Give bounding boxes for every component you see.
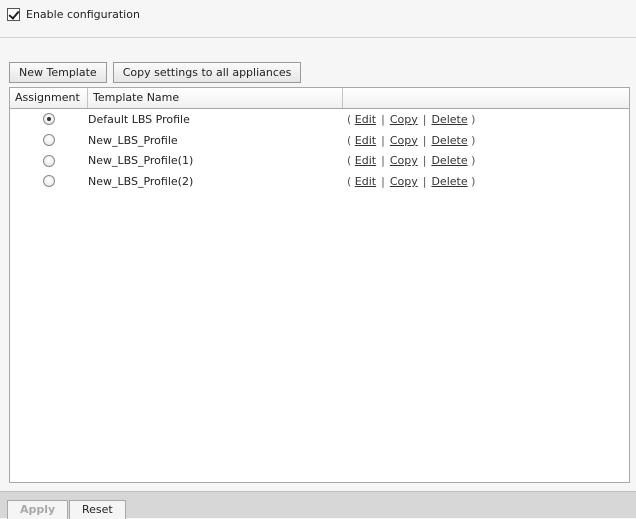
table-row: New_LBS_Profile(1) ( Edit | Copy | Delete ) [10,150,629,171]
separator: | [422,154,427,168]
separator: | [381,174,385,188]
footer-bar: Apply Reset [0,491,636,519]
configuration-bar: Enable configuration [0,0,636,38]
assignment-radio[interactable] [43,113,55,126]
actions-cell: ( Edit | Copy | Delete ) [343,175,629,188]
assignment-cell [10,175,88,188]
edit-link[interactable]: Edit [355,134,376,147]
copy-link[interactable]: Copy [390,175,418,188]
table-row: New_LBS_Profile(2) ( Edit | Copy | Delete ) [10,171,629,192]
assignment-radio[interactable] [43,175,55,188]
close-paren: ) [471,112,476,126]
column-header-template-name[interactable]: Template Name [88,88,343,108]
table-row: Default LBS Profile ( Edit | Copy | Delete ) [10,109,629,130]
edit-link[interactable]: Edit [355,113,376,126]
enable-configuration-row[interactable]: Enable configuration [7,8,140,21]
assignment-cell [10,154,88,167]
open-paren: ( [347,112,352,126]
actions-cell: ( Edit | Copy | Delete ) [343,113,629,126]
assignment-cell [10,113,88,126]
separator: | [381,133,385,147]
separator: | [422,174,427,188]
open-paren: ( [347,133,352,147]
edit-link[interactable]: Edit [355,175,376,188]
assignment-cell [10,134,88,147]
template-name-cell: New_LBS_Profile(2) [88,174,194,188]
actions-cell: ( Edit | Copy | Delete ) [343,134,629,147]
delete-link[interactable]: Delete [431,134,467,147]
separator: | [381,112,385,126]
table-header: Assignment Template Name [10,88,629,109]
copy-settings-button[interactable]: Copy settings to all appliances [112,62,302,83]
templates-table: Assignment Template Name Default LBS Pro… [9,87,630,483]
assignment-radio[interactable] [43,154,55,167]
table-body: Default LBS Profile( Edit | Copy | Delete ) N… [10,109,629,192]
table-row: New_LBS_Profile ( Edit | Copy | Delete ) [10,130,629,151]
assignment-radio[interactable] [43,134,55,147]
column-header-assignment[interactable]: Assignment [10,88,88,108]
column-header-actions [343,88,629,108]
delete-link[interactable]: Delete [431,113,467,126]
close-paren: ) [471,154,476,168]
enable-configuration-label: Enable configuration [26,8,140,21]
template-toolbar: New Template Copy settings to all applia… [9,62,302,83]
enable-configuration-checkbox[interactable] [7,8,20,21]
template-name-cell: Default LBS Profile [88,112,190,126]
open-paren: ( [347,154,352,168]
separator: | [381,154,385,168]
reset-button[interactable]: Reset [69,500,126,519]
separator: | [422,133,427,147]
template-name-cell: New_LBS_Profile [88,133,178,147]
copy-link[interactable]: Copy [390,113,418,126]
delete-link[interactable]: Delete [431,175,467,188]
edit-link[interactable]: Edit [355,154,376,167]
delete-link[interactable]: Delete [431,154,467,167]
apply-button[interactable]: Apply [7,500,69,519]
open-paren: ( [347,174,352,188]
copy-link[interactable]: Copy [390,134,418,147]
new-template-button[interactable]: New Template [9,62,107,83]
close-paren: ) [471,174,476,188]
template-name-cell: New_LBS_Profile(1) [88,154,194,168]
close-paren: ) [471,133,476,147]
copy-link[interactable]: Copy [390,154,418,167]
actions-cell: ( Edit | Copy | Delete ) [343,154,629,167]
separator: | [422,112,427,126]
